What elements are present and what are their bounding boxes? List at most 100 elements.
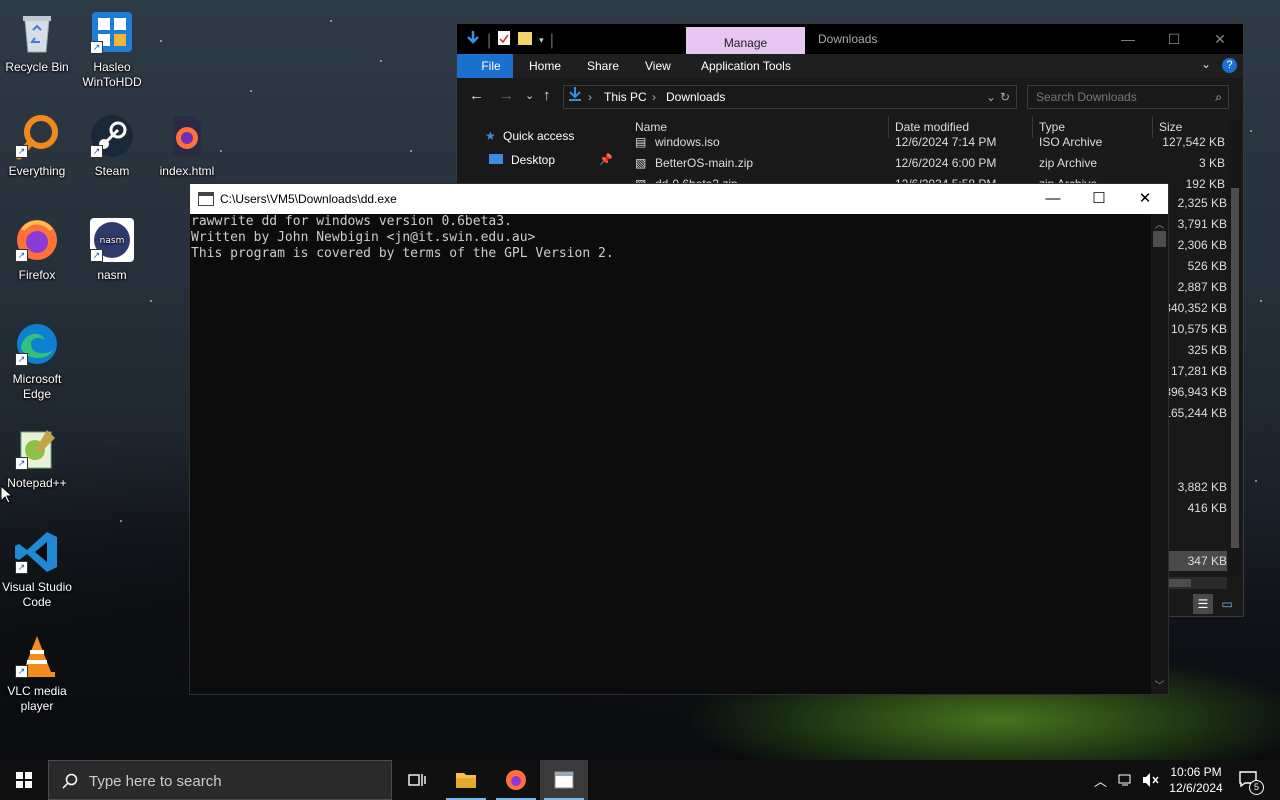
console-window[interactable]: C:\Users\VM5\Downloads\dd.exe — ☐ ✕ raww… [189, 183, 1169, 695]
desktop-icon-label: nasm [97, 268, 127, 282]
desktop-icon-vscode[interactable]: ↗ Visual Studio Code [0, 528, 74, 610]
nav-item-quick-access[interactable]: ★ Quick access [457, 124, 617, 148]
maximize-button[interactable]: ☐ [1151, 24, 1197, 54]
console-title-bar[interactable]: C:\Users\VM5\Downloads\dd.exe — ☐ ✕ [190, 184, 1168, 214]
scroll-thumb[interactable] [1231, 188, 1239, 548]
pin-icon[interactable]: 📌 [599, 148, 613, 172]
navigation-pane: ★ Quick access Desktop 📌 [457, 124, 617, 172]
explorer-window-title: Downloads [818, 32, 878, 46]
clock-time: 10:06 PM [1170, 765, 1222, 779]
expand-ribbon-chevron-icon[interactable]: ⌄ [1201, 57, 1211, 71]
console-app-icon [198, 192, 214, 206]
task-view-button[interactable] [392, 760, 440, 800]
new-folder-icon[interactable] [517, 30, 533, 51]
console-close-button[interactable]: ✕ [1122, 184, 1168, 214]
desktop-icon-index-html[interactable]: index.html [150, 112, 224, 179]
desktop-icon-recycle-bin[interactable]: Recycle Bin [0, 8, 74, 75]
forward-arrow-icon[interactable]: → [499, 87, 514, 104]
desktop-icon-nasm[interactable]: nasm ↗ nasm [75, 216, 149, 283]
scroll-up-arrow-icon[interactable]: ︿ [1151, 216, 1168, 231]
zip-file-icon: ▧ [635, 156, 647, 170]
console-scrollbar[interactable]: ︿ ﹀ [1151, 214, 1168, 694]
recent-locations-chevron-icon[interactable]: ⌄ [525, 89, 534, 102]
nav-label: Quick access [503, 129, 575, 143]
back-arrow-icon[interactable]: ← [469, 87, 484, 104]
console-minimize-button[interactable]: — [1030, 184, 1076, 214]
large-icons-view-icon[interactable]: ▭ [1217, 594, 1237, 614]
manage-contextual-tab[interactable]: Manage [686, 27, 805, 54]
breadcrumb-downloads[interactable]: Downloads [666, 86, 725, 108]
everything-search-icon: ↗ [13, 112, 61, 160]
shortcut-arrow-icon: ↗ [15, 353, 28, 366]
console-output[interactable]: rawwrite dd for windows version 0.6beta3… [190, 214, 1151, 694]
console-line: rawwrite dd for windows version 0.6beta3… [191, 214, 512, 229]
nav-item-desktop[interactable]: Desktop 📌 [457, 148, 617, 172]
tab-application-tools[interactable]: Application Tools [689, 54, 803, 78]
desktop-icon-notepadpp[interactable]: ↗ Notepad++ [0, 424, 74, 491]
scroll-thumb[interactable] [1153, 231, 1166, 247]
notepadpp-icon: ↗ [13, 424, 61, 472]
address-bar[interactable]: › This PC › Downloads ⌄ ↻ [563, 85, 1017, 109]
up-arrow-icon[interactable]: ↑ [543, 87, 551, 104]
desktop-icon-label: Recycle Bin [5, 60, 69, 74]
shortcut-arrow-icon: ↗ [90, 145, 103, 158]
tab-file[interactable]: File [457, 54, 513, 78]
desktop-icon-label: Firefox [18, 268, 56, 282]
mouse-cursor-icon [0, 484, 14, 509]
shortcut-arrow-icon: ↗ [15, 249, 28, 262]
shortcut-arrow-icon: ↗ [15, 457, 28, 470]
desktop-icon-everything[interactable]: ↗ Everything [0, 112, 74, 179]
desktop-icon-steam[interactable]: ↗ Steam [75, 112, 149, 179]
taskbar-console[interactable] [540, 760, 588, 800]
file-name: BetterOS-main.zip [655, 156, 754, 170]
explorer-horizontal-scrollbar[interactable] [1167, 577, 1227, 589]
vscode-icon: ↗ [13, 528, 61, 576]
properties-icon[interactable] [497, 30, 511, 51]
tab-home[interactable]: Home [517, 54, 573, 78]
notification-center-button[interactable]: 5 [1236, 760, 1266, 800]
star-icon: ★ [485, 129, 496, 143]
clock-date: 12/6/2024 [1169, 781, 1223, 795]
shortcut-arrow-icon: ↗ [15, 665, 28, 678]
task-view-icon [408, 774, 426, 786]
help-icon[interactable]: ? [1222, 58, 1237, 73]
iso-file-icon: ▤ [635, 135, 647, 149]
desktop-icon-hasleo[interactable]: ↗ Hasleo WinToHDD [75, 8, 149, 90]
search-placeholder: Type here to search [89, 773, 222, 790]
explorer-vertical-scrollbar[interactable] [1229, 118, 1241, 576]
address-dropdown-chevron-icon[interactable]: ⌄ [986, 86, 996, 108]
details-view-icon[interactable]: ☰ [1193, 594, 1213, 614]
console-line: Written by John Newbigin <jn@it.swin.edu… [191, 230, 536, 245]
file-row[interactable]: ▤ windows.iso 12/6/2024 7:14 PM ISO Arch… [625, 132, 1225, 153]
shortcut-arrow-icon: ↗ [15, 561, 28, 574]
close-button[interactable]: ✕ [1197, 24, 1243, 54]
desktop-icon-label: Steam [94, 164, 130, 178]
scroll-down-arrow-icon[interactable]: ﹀ [1151, 677, 1168, 692]
start-button[interactable] [0, 760, 48, 800]
tab-share[interactable]: Share [575, 54, 631, 78]
firefox-icon [506, 770, 526, 790]
taskbar-file-explorer[interactable] [442, 760, 490, 800]
search-box[interactable]: Search Downloads ⌕ [1027, 85, 1229, 109]
minimize-button[interactable]: — [1105, 24, 1151, 54]
file-row[interactable]: ▧ BetterOS-main.zip 12/6/2024 6:00 PM zi… [625, 153, 1225, 174]
refresh-icon[interactable]: ↻ [1000, 86, 1010, 108]
desktop-icon-label: Hasleo WinToHDD [82, 60, 142, 89]
console-app-icon [554, 771, 574, 789]
file-date: 12/6/2024 7:14 PM [895, 135, 997, 149]
taskbar-firefox[interactable] [492, 760, 540, 800]
download-arrow-icon[interactable] [465, 30, 481, 51]
customize-toolbar-icon[interactable]: ▾ [539, 35, 544, 46]
console-maximize-button[interactable]: ☐ [1076, 184, 1122, 214]
tab-view[interactable]: View [633, 54, 683, 78]
desktop-icon-label: Everything [8, 164, 66, 178]
desktop-icon-firefox[interactable]: ↗ Firefox [0, 216, 74, 283]
breadcrumb-this-pc[interactable]: This PC [604, 86, 647, 108]
desktop-icon-label: Visual Studio Code [2, 580, 72, 609]
desktop-icon-edge[interactable]: ↗ Microsoft Edge [0, 320, 74, 402]
desktop-icon-vlc[interactable]: ↗ VLC media player [0, 632, 74, 714]
explorer-title-bar[interactable]: | ▾ | Manage Downloads — ☐ ✕ [457, 24, 1243, 54]
taskbar-clock[interactable]: 10:06 PM 12/6/2024 [1165, 764, 1227, 796]
desktop-icon-label: Microsoft Edge [12, 372, 62, 401]
taskbar-search-box[interactable]: Type here to search [48, 760, 392, 800]
